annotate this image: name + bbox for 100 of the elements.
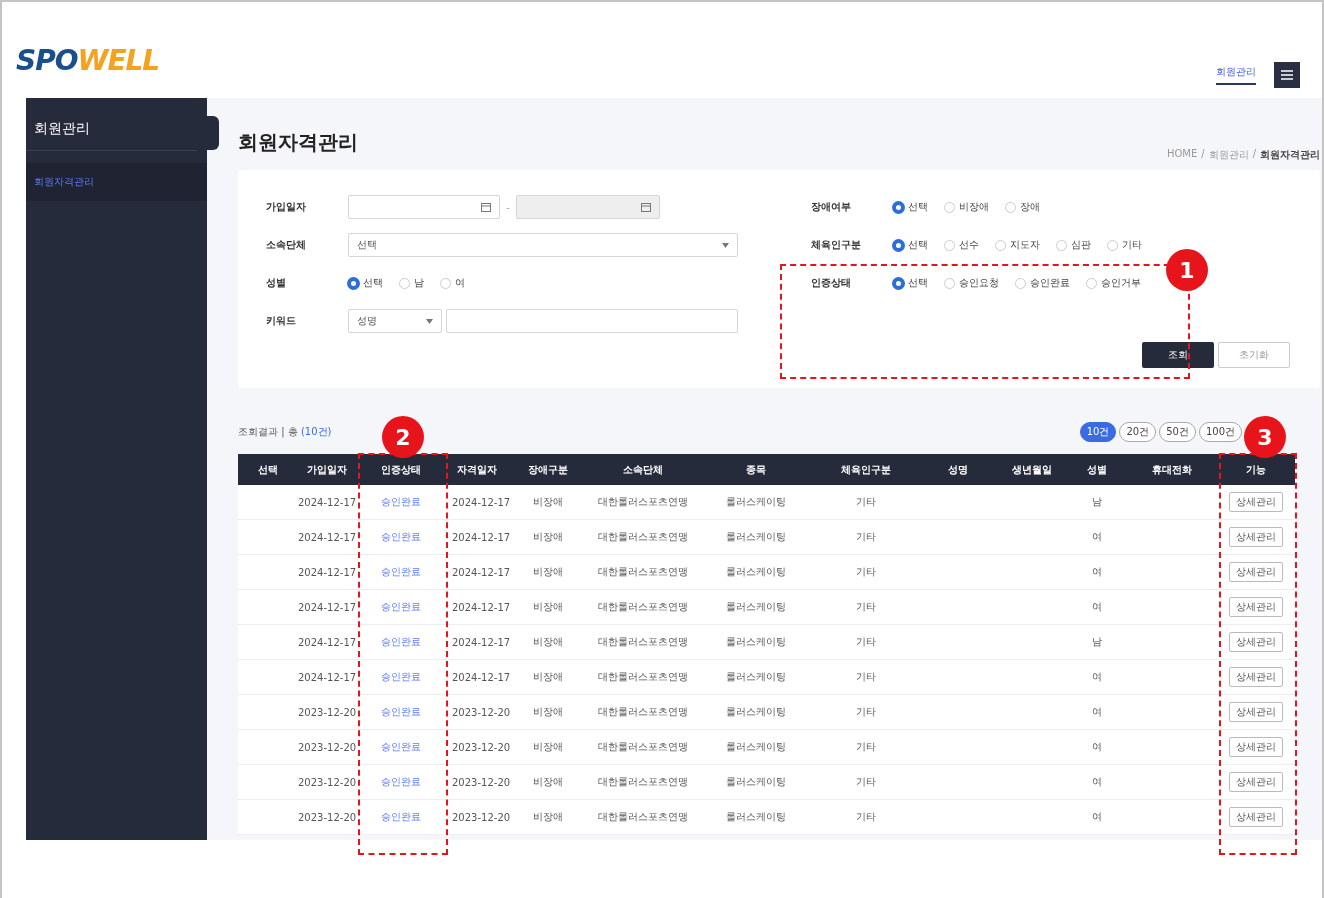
radio-label: 여	[455, 276, 465, 290]
menu-icon	[1281, 70, 1293, 80]
status-link[interactable]: 승인완료	[381, 565, 421, 579]
table-cell: 비장애	[508, 485, 588, 520]
column-header: 자격일자	[446, 454, 508, 485]
table-cell: 기타	[813, 554, 918, 590]
radio-label: 기타	[1122, 238, 1142, 252]
table-cell: 롤러스케이팅	[698, 729, 813, 765]
table-cell: 여	[1066, 519, 1128, 555]
detail-button[interactable]: 상세관리	[1228, 562, 1283, 582]
radio-label: 선택	[908, 238, 928, 252]
table-cell: 기타	[813, 659, 918, 695]
radio-label: 선택	[363, 276, 383, 290]
radio-button[interactable]	[893, 239, 904, 251]
table-cell: 2024-12-17	[298, 624, 356, 660]
radio-label: 선수	[959, 238, 979, 252]
table-cell: 롤러스케이팅	[698, 624, 813, 660]
column-header: 가입일자	[298, 454, 356, 485]
table-cell: 대한롤러스포츠연맹	[588, 659, 698, 695]
detail-button[interactable]: 상세관리	[1228, 807, 1283, 827]
table-cell: 롤러스케이팅	[698, 554, 813, 590]
table-cell: 2024-12-17	[298, 659, 356, 695]
table-cell: 2024-12-17	[446, 659, 508, 695]
result-count: 조회결과 | 총 (10건)	[238, 425, 332, 439]
sidebar-item[interactable]: 회원자격관리	[26, 163, 207, 201]
table-cell: 기타	[813, 764, 918, 800]
column-header: 장애구분	[508, 454, 588, 485]
table-cell: 대한롤러스포츠연맹	[588, 694, 698, 730]
date-field[interactable]	[515, 195, 660, 219]
table-cell: 2023-12-20	[298, 764, 356, 800]
column-header: 선택	[238, 454, 298, 485]
select-field[interactable]: 선택	[348, 233, 738, 257]
logo: SPOWELL	[16, 44, 160, 77]
radio-label: 승인완료	[1030, 276, 1070, 290]
breadcrumb-separator: /	[1201, 148, 1205, 161]
table-cell: 2024-12-17	[446, 519, 508, 555]
detail-button[interactable]: 상세관리	[1228, 667, 1283, 687]
table-cell: 2023-12-20	[446, 729, 508, 765]
status-link[interactable]: 승인완료	[381, 495, 421, 509]
page-size-option[interactable]: 50건	[1159, 422, 1196, 442]
table-cell: 비장애	[508, 519, 588, 555]
filter-label: 성별	[266, 276, 287, 290]
status-link[interactable]: 승인완료	[381, 670, 421, 684]
table-cell: 대한롤러스포츠연맹	[588, 729, 698, 765]
select-field[interactable]: 성명	[348, 309, 442, 333]
page-size-option[interactable]: 10건	[1079, 422, 1117, 442]
status-link[interactable]: 승인완료	[381, 530, 421, 544]
table-cell: 2024-12-17	[298, 589, 356, 625]
detail-button[interactable]: 상세관리	[1228, 737, 1283, 757]
table-cell: 기타	[813, 485, 918, 520]
status-link[interactable]: 승인완료	[381, 635, 421, 649]
nav-link[interactable]: 회원관리	[1216, 65, 1256, 85]
table-cell: 기타	[813, 589, 918, 625]
filter-label: 키워드	[266, 314, 297, 328]
detail-button[interactable]: 상세관리	[1228, 702, 1283, 722]
detail-button[interactable]: 상세관리	[1228, 527, 1283, 547]
dropdown-caret-icon	[426, 318, 433, 324]
radio-label: 심판	[1071, 238, 1091, 252]
filter-label: 인증상태	[811, 276, 852, 290]
table-cell: 기타	[813, 624, 918, 660]
table-cell: 여	[1066, 554, 1128, 590]
table-cell: 2024-12-17	[298, 485, 356, 520]
radio-label: 남	[414, 276, 424, 290]
column-header: 생년월일	[998, 454, 1066, 485]
table-cell: 롤러스케이팅	[698, 589, 813, 625]
status-link[interactable]: 승인완료	[381, 775, 421, 789]
status-link[interactable]: 승인완료	[381, 600, 421, 614]
table-cell: 2024-12-17	[298, 554, 356, 590]
column-header: 체육인구분	[813, 454, 918, 485]
page-size-option[interactable]: 100건	[1198, 422, 1242, 442]
date-field[interactable]	[348, 195, 500, 219]
table-cell: 대한롤러스포츠연맹	[588, 624, 698, 660]
calendar-icon	[640, 202, 651, 212]
detail-button[interactable]: 상세관리	[1228, 772, 1283, 792]
status-link[interactable]: 승인완료	[381, 740, 421, 754]
status-link[interactable]: 승인완료	[381, 810, 421, 824]
radio-button[interactable]	[893, 277, 904, 289]
status-link[interactable]: 승인완료	[381, 705, 421, 719]
table-cell: 대한롤러스포츠연맹	[588, 519, 698, 555]
table-cell: 롤러스케이팅	[698, 485, 813, 520]
column-header: 휴대전화	[1128, 454, 1216, 485]
collapse-handle[interactable]	[207, 116, 219, 150]
detail-button[interactable]: 상세관리	[1228, 597, 1283, 617]
table-cell: 롤러스케이팅	[698, 519, 813, 555]
table-cell: 비장애	[508, 554, 588, 590]
detail-button[interactable]: 상세관리	[1228, 632, 1283, 652]
radio-button[interactable]	[348, 277, 359, 289]
calendar-icon	[481, 202, 491, 212]
detail-button[interactable]: 상세관리	[1228, 492, 1283, 512]
table-cell: 기타	[813, 519, 918, 555]
keyword-input[interactable]	[446, 309, 738, 333]
search-button[interactable]: 조회	[1142, 342, 1214, 368]
radio-button[interactable]	[893, 201, 904, 213]
table-cell: 2024-12-17	[298, 519, 356, 555]
column-header: 성별	[1066, 454, 1128, 485]
menu-button[interactable]	[1274, 62, 1300, 88]
table-cell: 비장애	[508, 624, 588, 660]
table-cell: 기타	[813, 799, 918, 835]
radio-label: 장애	[1020, 200, 1040, 214]
page-size-option[interactable]: 20건	[1119, 422, 1157, 442]
